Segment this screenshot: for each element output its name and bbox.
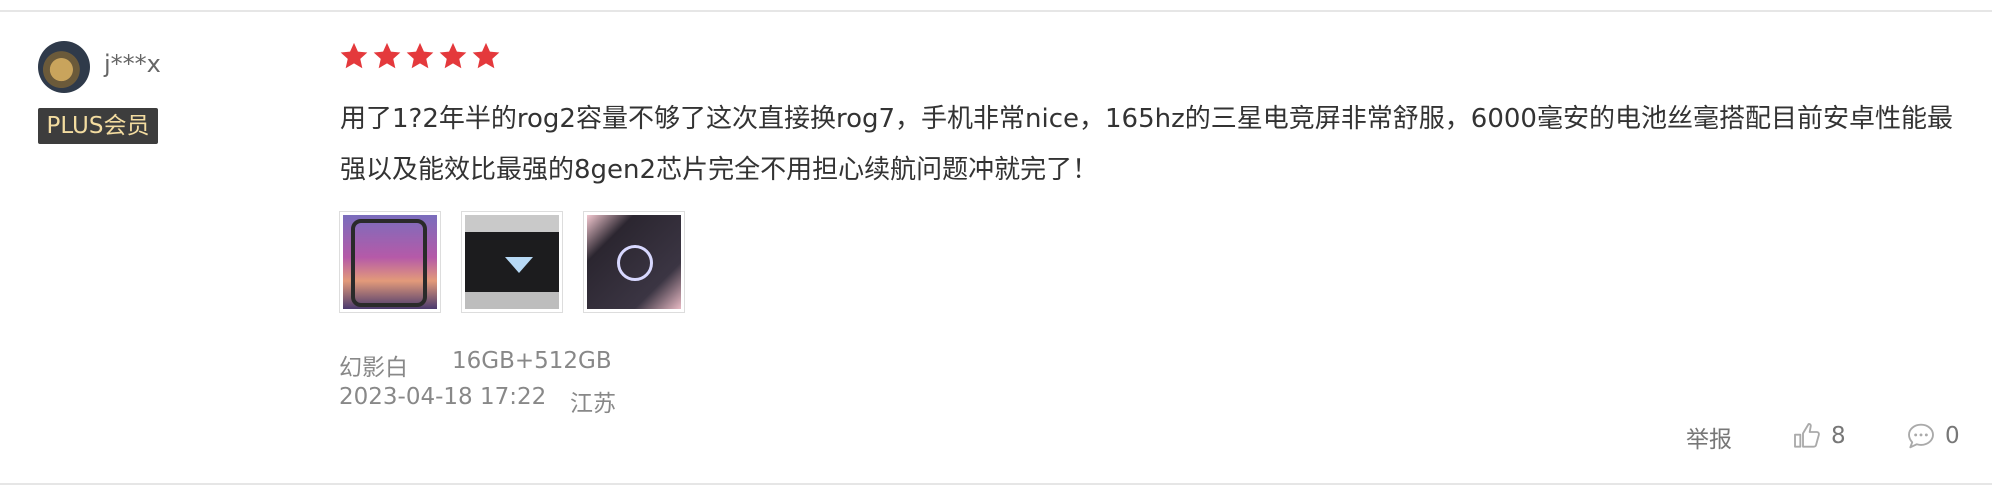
photo-phone-lockscreen: [587, 215, 681, 309]
like-button[interactable]: 8: [1791, 420, 1846, 452]
star-icon: [340, 42, 368, 69]
top-divider: [0, 10, 1992, 12]
review-region: 江苏: [570, 391, 616, 417]
bottom-divider: [0, 483, 1992, 485]
photo-phone-back: [465, 215, 559, 309]
star-icon: [472, 42, 500, 69]
comment-icon: [1908, 423, 1934, 449]
photo-phone-front: [343, 215, 437, 309]
variant-spec: 16GB+512GB: [452, 348, 612, 374]
thumbs-up-icon: [1794, 423, 1820, 448]
plus-member-badge: PLUS会员: [38, 108, 158, 144]
review-date: 2023-04-18 17:22: [339, 384, 547, 410]
star-icon: [439, 42, 467, 69]
like-count: 8: [1831, 423, 1846, 449]
review-image-3[interactable]: [583, 211, 685, 313]
review-image-1[interactable]: [339, 211, 441, 313]
review-image-2[interactable]: [461, 211, 563, 313]
variant-color: 幻影白: [339, 355, 408, 381]
username[interactable]: j***x: [104, 50, 161, 78]
star-icon: [406, 42, 434, 69]
review-text: 用了1?2年半的rog2容量不够了这次直接换rog7，手机非常nice，165h…: [340, 104, 1953, 185]
star-rating: [338, 40, 502, 72]
report-label: 举报: [1686, 427, 1732, 453]
star-icon: [373, 42, 401, 69]
comment-count: 0: [1945, 423, 1960, 449]
review-images: [339, 211, 685, 313]
comment-button[interactable]: 0: [1905, 420, 1960, 452]
report-link[interactable]: 举报: [1686, 420, 1732, 454]
avatar[interactable]: [38, 41, 90, 93]
